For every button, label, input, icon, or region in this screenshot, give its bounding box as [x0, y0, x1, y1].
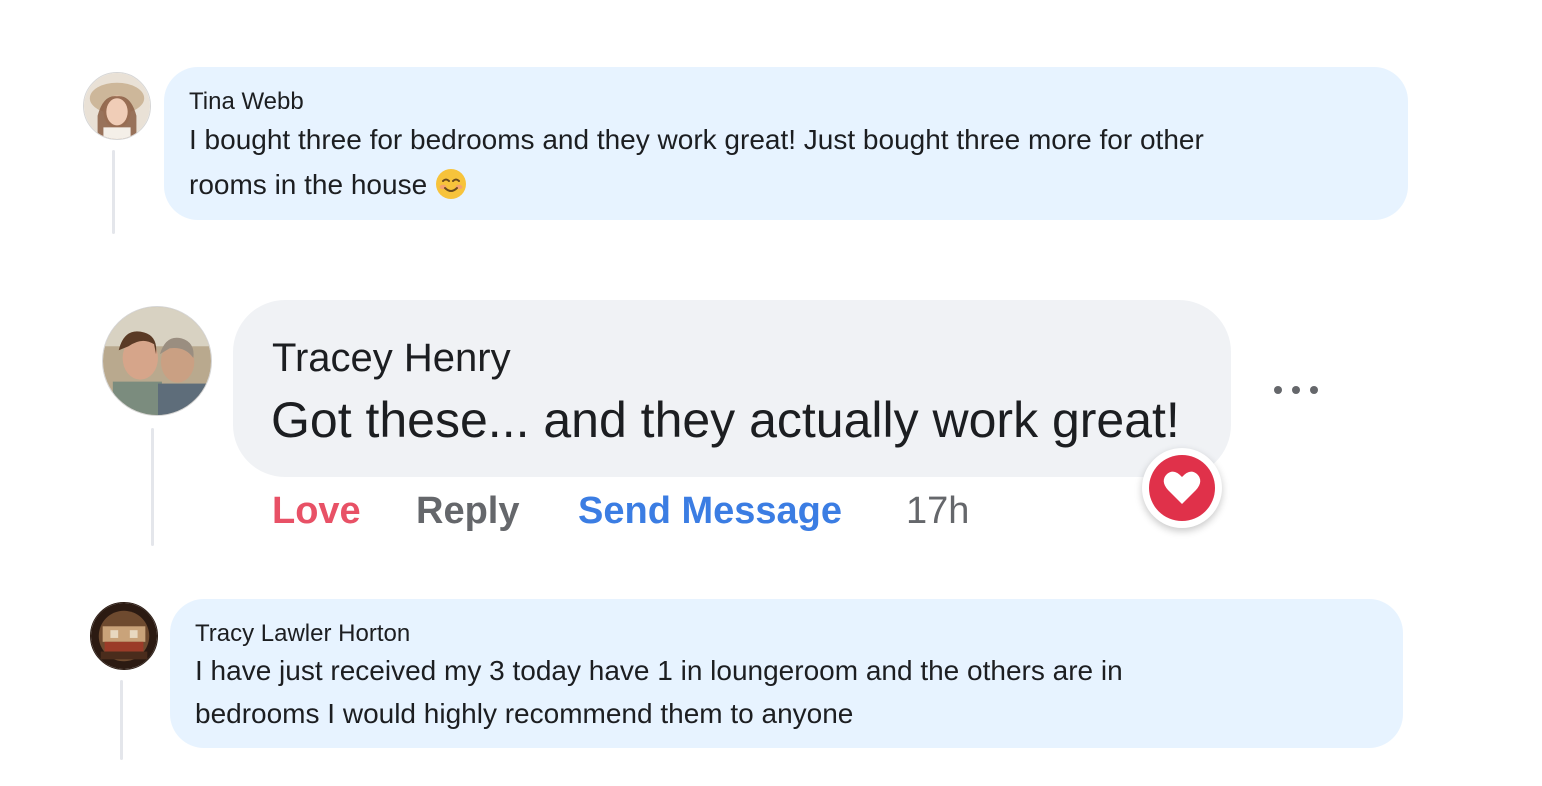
- love-button[interactable]: Love: [272, 490, 361, 533]
- comment-text: Got these... and they actually work grea…: [271, 392, 1180, 448]
- avatar-tracey-henry[interactable]: [102, 306, 212, 416]
- comment-author[interactable]: Tina Webb: [189, 88, 304, 116]
- comment-text-line: I bought three for bedrooms and they wor…: [189, 124, 1204, 155]
- comment-bubble: [233, 300, 1231, 477]
- thread-line: [151, 428, 154, 546]
- reply-button[interactable]: Reply: [416, 490, 519, 533]
- thread-line: [120, 680, 123, 760]
- avatar-image: [91, 603, 157, 669]
- comment-text-line: rooms in the house: [189, 168, 467, 201]
- comment-text-line: bedrooms I would highly recommend them t…: [195, 698, 854, 729]
- avatar-tracy-lawler-horton[interactable]: [90, 602, 158, 670]
- comment-author[interactable]: Tracy Lawler Horton: [195, 620, 410, 648]
- smiling-face-icon: [436, 169, 467, 199]
- comment-text-fragment: rooms in the house: [189, 169, 428, 200]
- comment-thread: Tina Webb I bought three for bedrooms an…: [0, 0, 1542, 786]
- comment-text-line: I have just received my 3 today have 1 i…: [195, 655, 1123, 686]
- reaction-badge[interactable]: [1142, 448, 1222, 528]
- avatar-image: [84, 73, 150, 139]
- avatar-tina-webb[interactable]: [83, 72, 151, 140]
- clipped-action-row: [189, 229, 639, 234]
- comment-author[interactable]: Tracey Henry: [272, 336, 511, 381]
- thread-line: [112, 150, 115, 234]
- comment-timestamp[interactable]: 17h: [906, 490, 969, 533]
- send-message-button[interactable]: Send Message: [578, 490, 842, 533]
- more-options-icon[interactable]: [1268, 378, 1324, 402]
- avatar-image: [103, 307, 211, 415]
- heart-icon: [1149, 455, 1215, 521]
